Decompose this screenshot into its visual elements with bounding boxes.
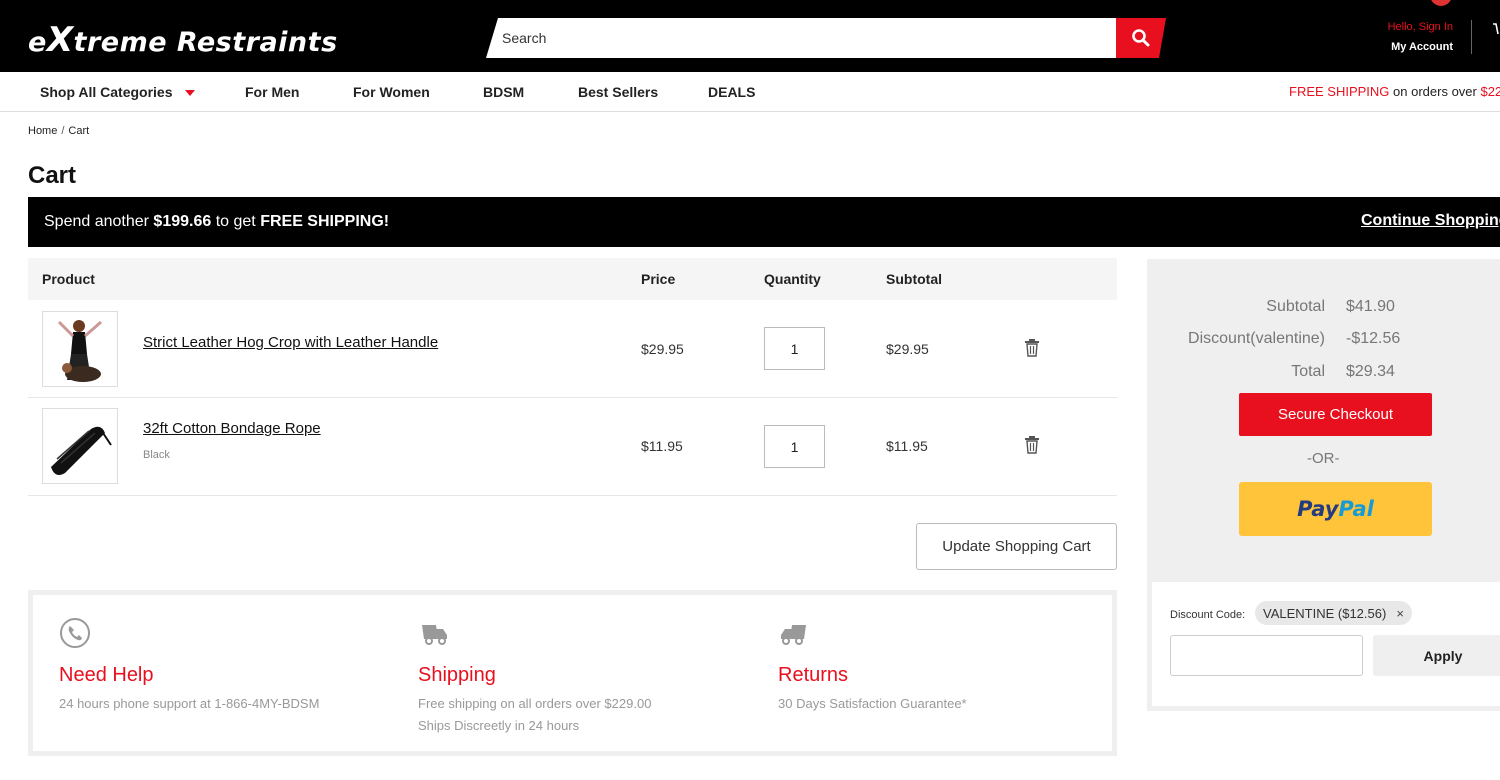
order-summary: Subtotal $41.90 Discount(valentine) -$12…	[1147, 259, 1500, 577]
header-bar: eXtreme Restraints Hello, Sign In My Acc…	[0, 0, 1500, 72]
header-divider	[1471, 20, 1472, 54]
cart-icon[interactable]	[1492, 22, 1500, 41]
my-account-link[interactable]: My Account	[1391, 41, 1453, 53]
nav-shop-all-categories[interactable]: Shop All Categories	[40, 84, 195, 100]
continue-shopping-link[interactable]: Continue Shopping	[1361, 212, 1500, 230]
search-bar	[486, 18, 1166, 58]
product-price: $11.95	[641, 438, 683, 454]
main-nav: Shop All Categories For Men For Women BD…	[0, 72, 1500, 112]
caret-down-icon	[184, 90, 195, 97]
trash-icon[interactable]	[1024, 339, 1040, 357]
nav-deals[interactable]: DEALS	[708, 84, 755, 100]
discount-panel: Discount Code: VALENTINE ($12.56) × Apply	[1147, 577, 1500, 711]
free-shipping-promo: FREE SHIPPING on orders over $229	[1289, 84, 1500, 99]
table-row: Strict Leather Hog Crop with Leather Han…	[28, 300, 1117, 398]
breadcrumb: Home / Cart	[28, 125, 90, 137]
search-button[interactable]	[1116, 18, 1166, 58]
info-need-help: Need Help 24 hours phone support at 1-86…	[59, 617, 319, 715]
search-input[interactable]	[486, 18, 1118, 58]
info-shipping: Shipping Free shipping on all orders ove…	[418, 617, 651, 737]
secure-checkout-button[interactable]: Secure Checkout	[1239, 393, 1432, 436]
breadcrumb-cart: Cart	[68, 125, 90, 137]
sign-in-link[interactable]: Hello, Sign In	[1388, 21, 1453, 33]
nav-bdsm[interactable]: BDSM	[483, 84, 524, 100]
applied-discount-tag: VALENTINE ($12.56) ×	[1255, 601, 1412, 625]
discount-code-input[interactable]	[1170, 635, 1363, 676]
info-returns: Returns 30 Days Satisfaction Guarantee*	[778, 617, 967, 715]
product-price: $29.95	[641, 341, 684, 357]
product-name-link[interactable]: 32ft Cotton Bondage Rope	[143, 420, 321, 437]
update-cart-button[interactable]: Update Shopping Cart	[916, 523, 1117, 570]
summary-total-label: Total	[1291, 363, 1325, 380]
free-shipping-banner: Spend another $199.66 to get FREE SHIPPI…	[28, 197, 1500, 247]
nav-for-women[interactable]: For Women	[353, 84, 430, 100]
info-text: Free shipping on all orders over $229.00…	[418, 696, 652, 733]
info-title: Need Help	[59, 664, 154, 686]
quantity-input[interactable]	[764, 327, 825, 370]
search-icon	[1132, 29, 1150, 47]
paypal-button[interactable]: Pay Pal	[1239, 482, 1432, 536]
or-divider: -OR-	[1307, 450, 1340, 467]
summary-total-value: $29.34	[1346, 363, 1395, 380]
summary-subtotal-label: Subtotal	[1266, 298, 1325, 315]
remove-discount-icon[interactable]: ×	[1396, 606, 1404, 621]
header-product: Product	[42, 271, 95, 287]
nav-best-sellers[interactable]: Best Sellers	[578, 84, 658, 100]
product-name-link[interactable]: Strict Leather Hog Crop with Leather Han…	[143, 334, 438, 351]
flag-icon[interactable]	[1430, 0, 1452, 6]
table-row: 32ft Cotton Bondage Rope Black $11.95 $1…	[28, 398, 1117, 496]
page-title: Cart	[28, 162, 77, 189]
discount-code-label: Discount Code:	[1170, 609, 1246, 621]
summary-subtotal-value: $41.90	[1346, 298, 1395, 315]
product-subtotal: $29.95	[886, 341, 929, 357]
cart-table-header: Product Price Quantity Subtotal	[28, 258, 1117, 300]
product-thumbnail[interactable]	[42, 408, 118, 484]
banner-message: Spend another $199.66 to get FREE SHIPPI…	[44, 213, 390, 230]
site-logo[interactable]: eXtreme Restraints	[28, 20, 338, 60]
product-variant: Black	[143, 449, 170, 461]
info-text: 24 hours phone support at 1-866-4MY-BDSM	[59, 696, 320, 711]
header-subtotal: Subtotal	[886, 271, 942, 287]
product-thumbnail[interactable]	[42, 311, 118, 387]
return-truck-icon	[781, 625, 806, 645]
info-text: 30 Days Satisfaction Guarantee*	[778, 696, 967, 711]
truck-icon	[422, 625, 447, 645]
header-quantity: Quantity	[764, 271, 821, 287]
summary-discount-label: Discount(valentine)	[1188, 330, 1325, 347]
header-price: Price	[641, 271, 676, 287]
info-title: Returns	[778, 664, 849, 686]
phone-icon	[60, 618, 90, 648]
quantity-input[interactable]	[764, 425, 825, 468]
nav-for-men[interactable]: For Men	[245, 84, 299, 100]
product-subtotal: $11.95	[886, 438, 928, 454]
breadcrumb-home[interactable]: Home	[28, 125, 57, 137]
trash-icon[interactable]	[1024, 436, 1040, 454]
info-title: Shipping	[418, 664, 496, 686]
summary-discount-value: -$12.56	[1346, 330, 1401, 347]
apply-discount-button[interactable]: Apply	[1373, 635, 1500, 676]
service-info-box: Need Help 24 hours phone support at 1-86…	[28, 590, 1117, 756]
